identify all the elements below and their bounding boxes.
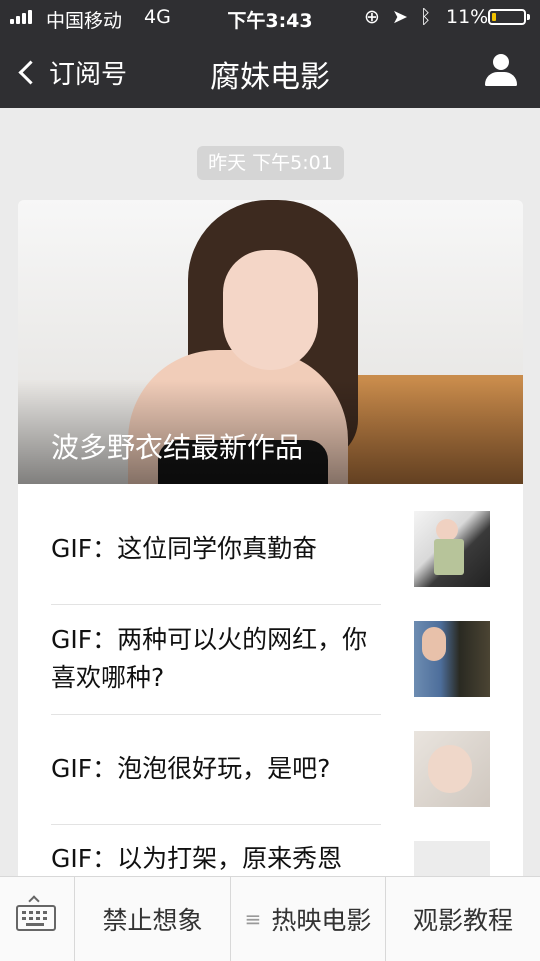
article-card: 波多野衣结最新作品 GIF：这位同学你真勤奋 GIF：两种可以火的网红，你喜欢哪… <box>18 200 523 900</box>
hero-title: 波多野衣结最新作品 <box>51 431 304 464</box>
menu-button-2[interactable]: ≡ 热映电影 <box>231 877 386 961</box>
keyboard-toggle-button[interactable] <box>0 877 75 961</box>
menu-label: 热映电影 <box>271 906 372 935</box>
menu-label: 禁止想象 <box>102 906 203 935</box>
article-item-title: GIF：这位同学你真勤奋 <box>51 534 318 563</box>
article-item-title: GIF：两种可以火的网红，你喜欢哪种? <box>51 625 368 692</box>
menu-list-icon: ≡ <box>244 907 262 931</box>
top-bar: 中国移动 4G 下午3:43 ⊕ ➤ ᛒ 11% 订阅号 腐妹电影 <box>0 0 540 108</box>
status-bar: 中国移动 4G 下午3:43 ⊕ ➤ ᛒ 11% <box>0 0 540 36</box>
article-item-title: GIF：泡泡很好玩，是吧? <box>51 754 331 783</box>
bottom-menu: 禁止想象 ≡ 热映电影 观影教程 <box>0 876 540 961</box>
menu-label: 观影教程 <box>412 906 513 935</box>
hero-image <box>223 250 318 370</box>
hero-article[interactable]: 波多野衣结最新作品 <box>18 200 523 484</box>
article-thumbnail[interactable] <box>414 731 490 807</box>
page-title: 腐妹电影 <box>210 60 330 95</box>
menu-button-3[interactable]: 观影教程 <box>386 877 540 961</box>
battery-tip <box>527 14 530 20</box>
rotation-lock-icon: ⊕ <box>364 6 380 28</box>
message-timestamp: 昨天 下午5:01 <box>197 146 344 180</box>
bluetooth-icon: ᛒ <box>419 6 432 28</box>
article-thumbnail[interactable] <box>414 621 490 697</box>
article-thumbnail[interactable] <box>414 511 490 587</box>
article-item[interactable]: GIF：两种可以火的网红，你喜欢哪种? <box>51 604 381 715</box>
nav-bar: 订阅号 腐妹电影 <box>0 36 540 108</box>
article-item[interactable]: GIF：这位同学你真勤奋 <box>51 494 381 605</box>
profile-icon[interactable] <box>484 54 518 88</box>
location-icon: ➤ <box>391 6 408 28</box>
article-item[interactable]: GIF：泡泡很好玩，是吧? <box>51 714 381 825</box>
status-icons: ⊕ ➤ ᛒ <box>364 6 444 30</box>
menu-button-1[interactable]: 禁止想象 <box>75 877 231 961</box>
battery-percent: 11% <box>446 6 489 28</box>
battery-icon <box>488 9 526 25</box>
keyboard-icon <box>16 905 56 931</box>
